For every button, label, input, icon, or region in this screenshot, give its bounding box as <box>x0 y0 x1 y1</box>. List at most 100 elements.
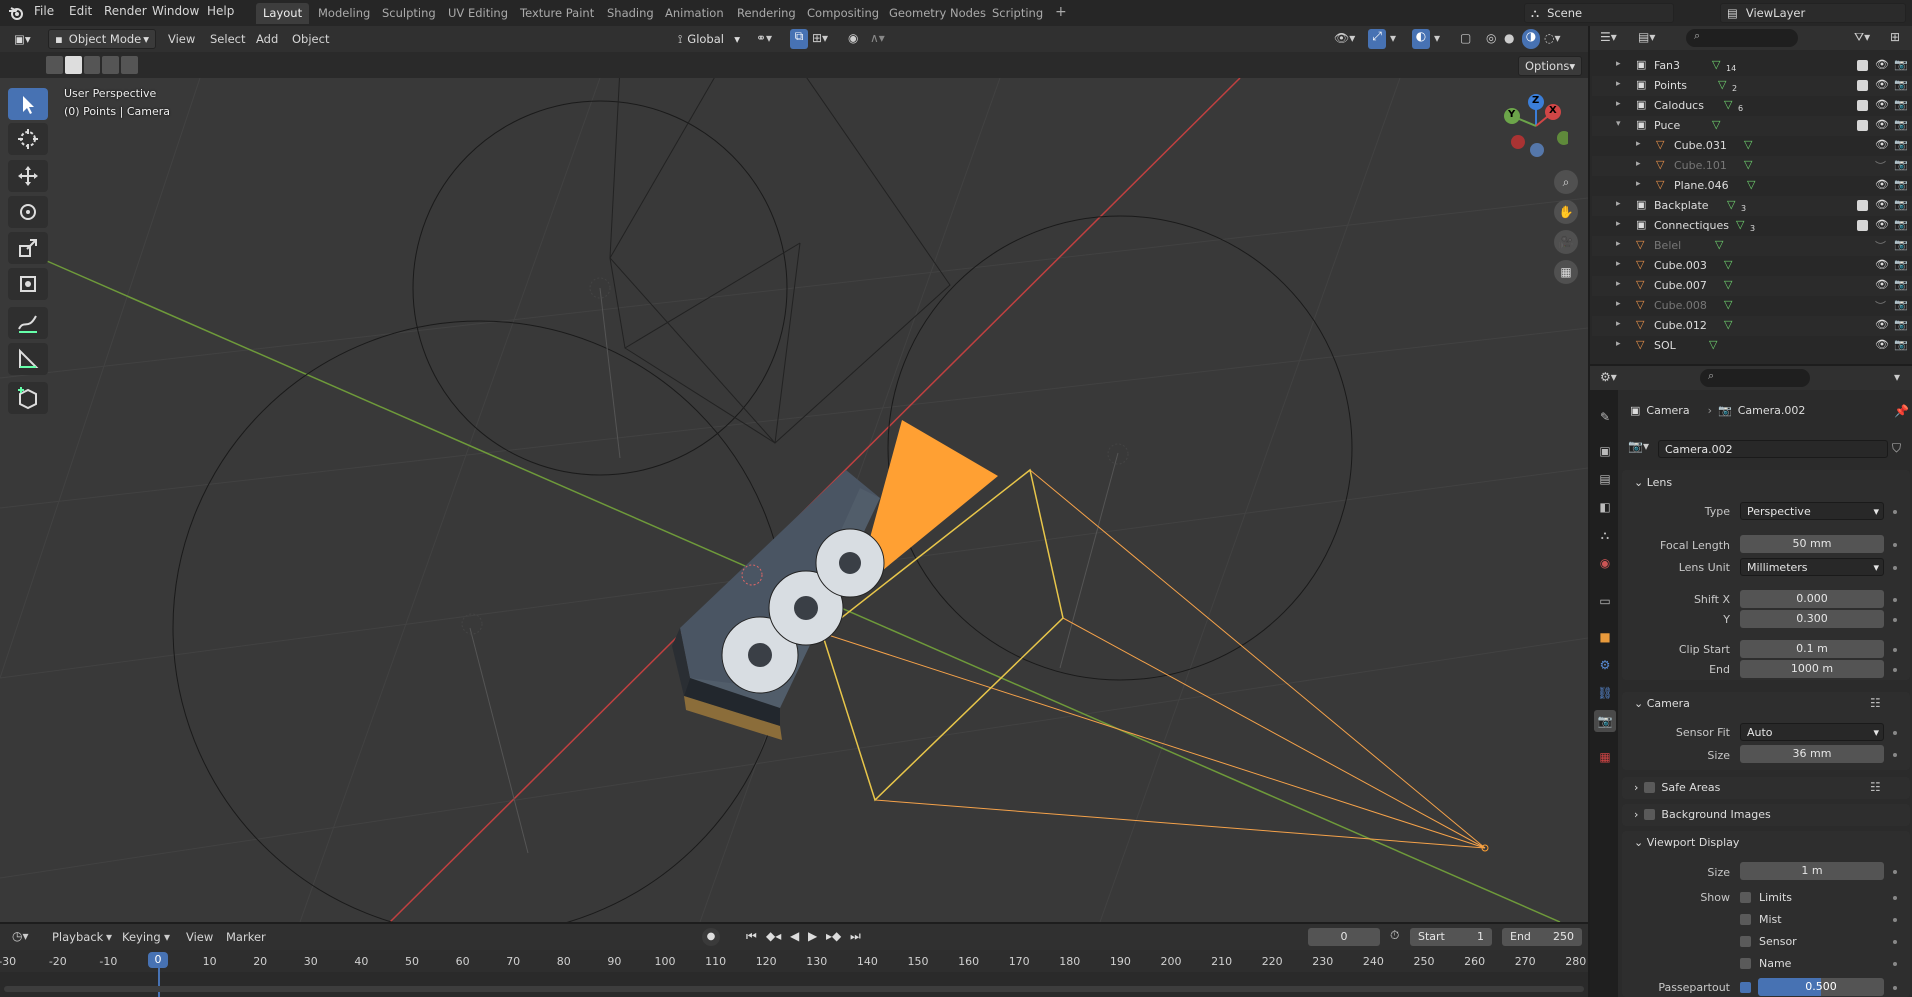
keyframe-dot[interactable] <box>1893 918 1897 922</box>
tab-texture-paint[interactable]: Texture Paint <box>513 3 601 24</box>
keyframe-dot[interactable] <box>1893 618 1897 622</box>
start-frame-field[interactable]: Start 1 <box>1410 928 1492 946</box>
view-layer-selector[interactable]: ▤ ViewLayer <box>1720 3 1906 23</box>
scale-tool[interactable] <box>8 232 48 264</box>
presets-list-icon[interactable]: ☷ <box>1870 696 1881 710</box>
lens-unit-dropdown[interactable]: Millimeters ▾ <box>1740 558 1884 576</box>
keyframe-dot[interactable] <box>1893 962 1897 966</box>
menu-render[interactable]: Render <box>104 4 147 18</box>
filter-icon[interactable]: ⛛▾ <box>1854 30 1870 45</box>
add-cube-tool[interactable] <box>8 382 48 414</box>
exclude-checkbox[interactable] <box>1857 200 1868 211</box>
expand-arrow-icon[interactable]: ▸ <box>1616 299 1621 309</box>
rendered-shading-icon[interactable]: ◌▾ <box>1544 31 1561 45</box>
select-new-icon[interactable] <box>46 56 63 74</box>
menu-window[interactable]: Window <box>152 4 199 18</box>
ortho-grid-icon[interactable]: ▦ <box>1554 260 1578 284</box>
keyframe-dot[interactable] <box>1893 986 1897 990</box>
expand-arrow-icon[interactable]: ▸ <box>1616 219 1621 229</box>
safe-areas-checkbox[interactable] <box>1644 782 1656 793</box>
3d-viewport[interactable] <box>0 78 1588 922</box>
world-tab-icon[interactable]: ◉ <box>1594 552 1616 574</box>
keyframe-dot[interactable] <box>1893 668 1897 672</box>
viewport-display-header[interactable]: ⌄ Viewport Display <box>1634 836 1739 849</box>
timeline-scrollbar[interactable] <box>4 986 1584 992</box>
current-frame-field[interactable]: 0 <box>1308 928 1380 946</box>
render-camera-icon[interactable]: 📷 <box>1894 318 1908 331</box>
stopwatch-icon[interactable]: ⏱ <box>1390 928 1399 943</box>
select-invert-icon[interactable] <box>102 56 120 74</box>
expand-arrow-icon[interactable]: ▸ <box>1636 179 1641 189</box>
render-camera-icon[interactable]: 📷 <box>1894 118 1908 131</box>
show-limits-option[interactable]: Limits <box>1740 891 1792 904</box>
add-workspace-button[interactable]: + <box>1048 1 1074 22</box>
new-collection-icon[interactable]: ⊞ <box>1890 30 1900 44</box>
display-size-field[interactable]: 1 m <box>1740 862 1884 880</box>
render-camera-icon[interactable]: 📷 <box>1894 178 1908 191</box>
outliner-row[interactable]: ▸ ▣ Points ▽ 2 👁 📷 <box>1592 76 1912 96</box>
focal-length-field[interactable]: 50 mm <box>1740 535 1884 553</box>
outliner-search[interactable]: ⌕ <box>1686 29 1798 47</box>
camera-datablock-name[interactable]: Camera.002 <box>1658 440 1888 458</box>
snap-target-icon[interactable]: ⊞▾ <box>812 31 828 45</box>
snap-icon[interactable]: ⧉ <box>790 29 808 49</box>
pivot-icon[interactable]: ⚭▾ <box>756 31 772 45</box>
visibility-eye-icon[interactable]: ︶ <box>1875 298 1886 314</box>
sensor-fit-dropdown[interactable]: Auto ▾ <box>1740 723 1884 741</box>
sensor-checkbox[interactable] <box>1740 936 1751 947</box>
output-tab-icon[interactable]: ▤ <box>1594 468 1616 490</box>
editor-type-button[interactable]: ▣▾ <box>8 29 40 49</box>
measure-tool[interactable] <box>8 343 48 375</box>
render-camera-icon[interactable]: 📷 <box>1894 58 1908 71</box>
cursor-tool[interactable] <box>8 123 48 155</box>
playhead-handle[interactable]: 0 <box>148 952 168 968</box>
lens-type-dropdown[interactable]: Perspective ▾ <box>1740 502 1884 520</box>
rotate-tool[interactable] <box>8 196 48 228</box>
menu-marker[interactable]: Marker <box>226 930 266 944</box>
tool-tab-icon[interactable]: ✎ <box>1594 406 1616 428</box>
expand-arrow-icon[interactable]: ▸ <box>1616 279 1621 289</box>
render-camera-icon[interactable]: 📷 <box>1894 258 1908 271</box>
expand-arrow-icon[interactable]: ▸ <box>1616 199 1621 209</box>
keyframe-dot[interactable] <box>1893 543 1897 547</box>
fake-user-icon[interactable]: ⛉ <box>1892 441 1901 456</box>
render-camera-icon[interactable]: 📷 <box>1894 78 1908 91</box>
presets-list-icon[interactable]: ☷ <box>1870 780 1881 794</box>
menu-file[interactable]: File <box>34 4 54 18</box>
mist-checkbox[interactable] <box>1740 914 1751 925</box>
select-intersect-icon[interactable] <box>121 56 138 74</box>
visibility-icon[interactable]: 👁▾ <box>1334 31 1355 45</box>
visibility-eye-icon[interactable]: 👁 <box>1875 58 1889 71</box>
clip-end-field[interactable]: 1000 m <box>1740 660 1884 678</box>
gizmo-dropdown-icon[interactable]: ▾ <box>1390 31 1396 45</box>
menu-object[interactable]: Object <box>292 32 329 46</box>
render-camera-icon[interactable]: 📷 <box>1894 198 1908 211</box>
show-mist-option[interactable]: Mist <box>1740 913 1782 926</box>
render-camera-icon[interactable]: 📷 <box>1894 218 1908 231</box>
visibility-eye-icon[interactable]: 👁 <box>1875 258 1889 271</box>
jump-start-icon[interactable]: ⏮ <box>746 929 757 944</box>
outliner-row[interactable]: ▸ ▣ Caloducs ▽ 6 👁 📷 <box>1592 96 1912 116</box>
camera-data-tab-icon[interactable]: 📷 <box>1594 710 1616 732</box>
tab-layout[interactable]: Layout <box>256 3 310 24</box>
tab-scripting[interactable]: Scripting <box>985 3 1050 24</box>
limits-checkbox[interactable] <box>1740 892 1751 903</box>
keyframe-dot[interactable] <box>1893 870 1897 874</box>
pan-hand-icon[interactable]: ✋ <box>1554 200 1578 224</box>
visibility-eye-icon[interactable]: 👁 <box>1875 138 1889 151</box>
tab-animation[interactable]: Animation <box>658 3 731 24</box>
overlay-toggle-icon[interactable]: ◐ <box>1412 29 1430 49</box>
select-box-tool[interactable] <box>8 88 48 120</box>
render-camera-icon[interactable]: 📷 <box>1894 298 1908 311</box>
outliner-row[interactable]: ▸ ▽ Plane.046 ▽ 👁 📷 <box>1592 176 1912 196</box>
lens-section-header[interactable]: ⌄ Lens <box>1634 476 1672 489</box>
falloff-icon[interactable]: ∧▾ <box>870 31 885 45</box>
properties-editor-icon[interactable]: ⚙▾ <box>1600 370 1617 384</box>
menu-playback[interactable]: Playback <box>52 930 103 944</box>
keyframe-dot[interactable] <box>1893 598 1897 602</box>
expand-arrow-icon[interactable]: ▸ <box>1616 319 1621 329</box>
transform-tool[interactable] <box>8 268 48 300</box>
show-name-option[interactable]: Name <box>1740 957 1791 970</box>
camera-view-icon[interactable]: 🎥 <box>1554 230 1578 254</box>
select-mode-icons[interactable] <box>46 56 138 74</box>
